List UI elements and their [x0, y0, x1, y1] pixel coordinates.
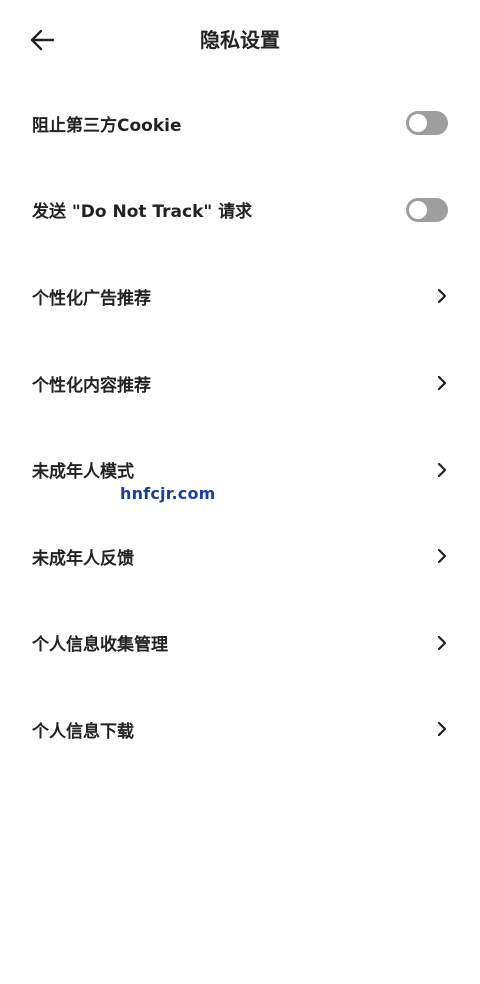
setting-minor-mode[interactable]: 未成年人模式 — [0, 426, 480, 513]
setting-label: 个性化广告推荐 — [32, 288, 151, 309]
setting-label: 未成年人模式 — [32, 462, 134, 483]
chevron-right-icon — [436, 635, 448, 651]
do-not-track-toggle[interactable] — [406, 197, 448, 222]
setting-block-third-party-cookie[interactable]: 阻止第三方Cookie — [0, 80, 480, 167]
setting-personalized-ads[interactable]: 个性化广告推荐 — [0, 253, 480, 340]
setting-label: 发送 "Do Not Track" 请求 — [32, 202, 253, 223]
setting-personal-info-download[interactable]: 个人信息下载 — [0, 686, 480, 773]
setting-label: 个性化内容推荐 — [32, 375, 151, 396]
toggle-knob — [409, 200, 427, 219]
watermark-text: hnfcjr.com — [120, 484, 216, 503]
chevron-right-icon — [436, 721, 448, 737]
chevron-right-icon — [436, 462, 448, 478]
chevron-right-icon — [436, 288, 448, 304]
settings-list: 阻止第三方Cookie 发送 "Do Not Track" 请求 个性化广告推荐… — [0, 80, 480, 773]
chevron-right-icon — [436, 548, 448, 564]
setting-label: 个人信息收集管理 — [32, 635, 168, 656]
toggle-knob — [409, 114, 427, 133]
chevron-right-icon — [436, 375, 448, 391]
setting-label: 未成年人反馈 — [32, 548, 134, 569]
third-party-cookie-toggle[interactable] — [406, 111, 448, 136]
setting-label: 阻止第三方Cookie — [32, 115, 182, 136]
setting-personal-info-collection[interactable]: 个人信息收集管理 — [0, 600, 480, 687]
setting-do-not-track[interactable]: 发送 "Do Not Track" 请求 — [0, 167, 480, 254]
setting-label: 个人信息下载 — [32, 721, 134, 742]
page-title: 隐私设置 — [200, 28, 280, 52]
setting-minor-feedback[interactable]: 未成年人反馈 — [0, 513, 480, 600]
setting-personalized-content[interactable]: 个性化内容推荐 — [0, 340, 480, 427]
header-bar: 隐私设置 — [0, 0, 480, 80]
